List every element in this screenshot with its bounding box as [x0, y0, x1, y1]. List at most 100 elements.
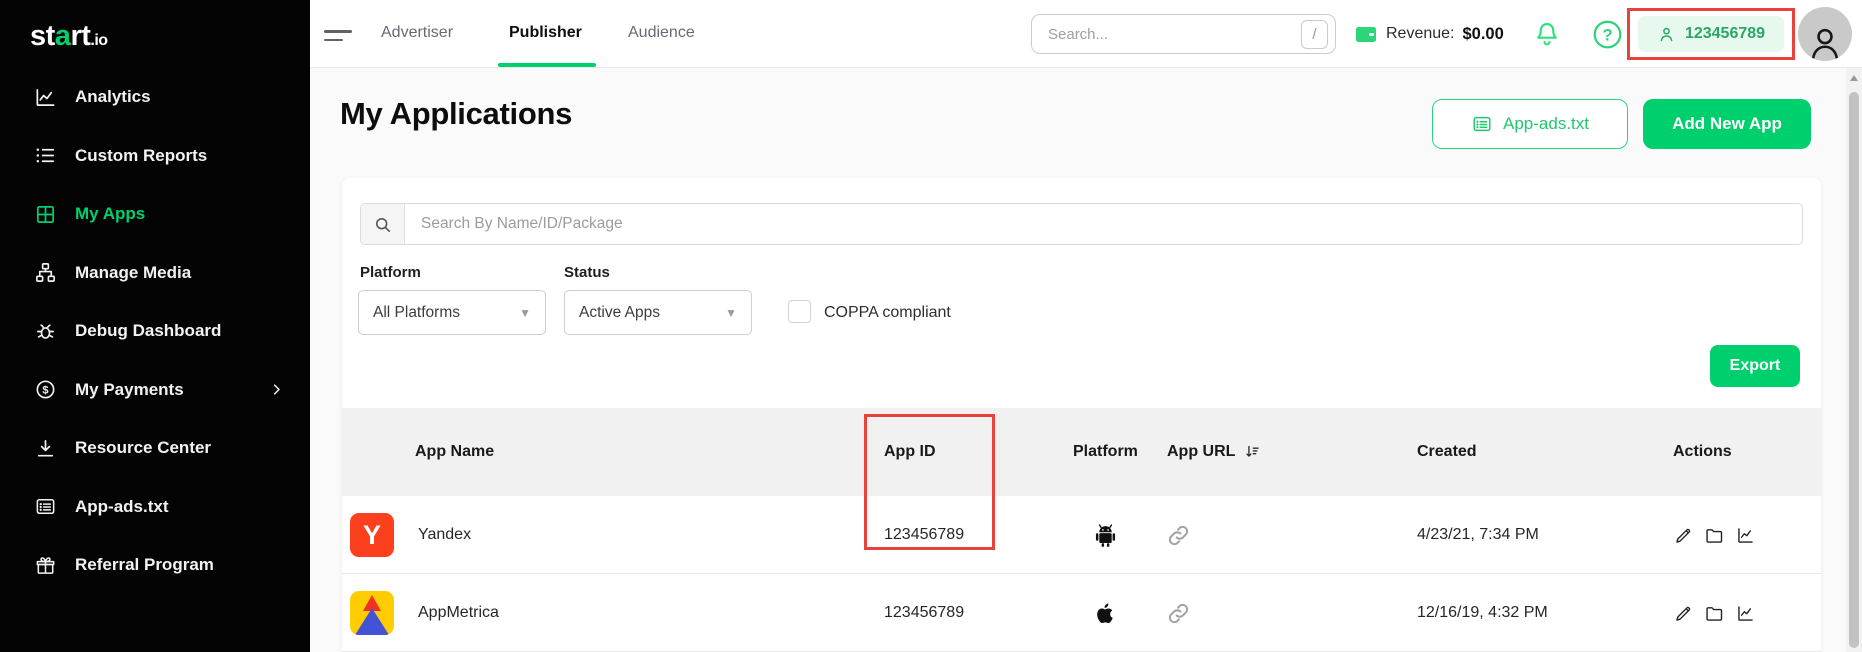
svg-text:?: ? — [1602, 26, 1612, 44]
sidebar-item-analytics[interactable]: Analytics — [0, 68, 310, 127]
help-icon[interactable]: ? — [1591, 18, 1624, 51]
sidebar-item-label: Referral Program — [75, 555, 214, 575]
hierarchy-icon — [34, 261, 57, 284]
wallet-icon — [1354, 22, 1378, 46]
app-name-cell: Yandex — [418, 496, 471, 574]
coppa-checkbox[interactable] — [788, 300, 811, 323]
add-new-app-button[interactable]: Add New App — [1643, 99, 1811, 149]
export-button[interactable]: Export — [1710, 345, 1800, 387]
sidebar-item-manage-media[interactable]: Manage Media — [0, 244, 310, 303]
apple-platform-icon — [1090, 574, 1119, 652]
scrollbar-up-arrow[interactable] — [1850, 75, 1858, 81]
folder-icon[interactable] — [1704, 603, 1725, 624]
vertical-scrollbar[interactable] — [1846, 68, 1862, 652]
active-tab-underline — [498, 63, 596, 67]
status-select-value: Active Apps — [579, 304, 660, 322]
yandex-letter: Y — [363, 520, 381, 551]
gift-icon — [34, 554, 57, 577]
sidebar-item-label: Manage Media — [75, 263, 191, 283]
sidebar-item-my-payments[interactable]: $ My Payments — [0, 361, 310, 420]
app-id-cell: 123456789 — [884, 574, 964, 652]
app-id-cell: 123456789 — [884, 496, 964, 574]
app-ads-txt-button[interactable]: App-ads.txt — [1432, 99, 1628, 149]
user-id-value: 123456789 — [1685, 25, 1765, 43]
coppa-checkbox-label: COPPA compliant — [824, 304, 951, 322]
chevron-right-icon — [269, 382, 284, 397]
list-box-icon — [34, 495, 57, 518]
scrollbar-thumb[interactable] — [1849, 92, 1859, 648]
app-ads-txt-label: App-ads.txt — [1503, 114, 1589, 134]
global-search-input[interactable] — [1046, 25, 1301, 44]
sidebar-item-label: Resource Center — [75, 438, 211, 458]
startio-logo[interactable]: start.io — [30, 20, 108, 53]
list-box-icon — [1471, 113, 1493, 135]
global-search: / — [1031, 14, 1336, 54]
grid-icon — [34, 203, 57, 226]
android-platform-icon — [1090, 496, 1121, 574]
sidebar-item-label: Debug Dashboard — [75, 321, 221, 341]
logo-text: rt — [70, 20, 90, 52]
column-header-app-url[interactable]: App URL — [1167, 408, 1262, 496]
folder-icon[interactable] — [1704, 525, 1725, 546]
sidebar-item-app-ads[interactable]: App-ads.txt — [0, 478, 310, 537]
table-search-input[interactable] — [405, 204, 1802, 244]
edit-icon[interactable] — [1673, 525, 1694, 546]
highlight-box-user-id: 123456789 — [1627, 8, 1795, 60]
slash-shortcut-badge: / — [1301, 20, 1328, 49]
appmetrica-app-icon — [350, 591, 394, 635]
line-chart-icon — [34, 86, 57, 109]
revenue-label: Revenue: — [1386, 25, 1455, 43]
sidebar-item-label: Custom Reports — [75, 146, 207, 166]
sidebar-item-label: My Payments — [75, 380, 184, 400]
sort-descending-icon — [1243, 443, 1262, 462]
sidebar-item-custom-reports[interactable]: Custom Reports — [0, 127, 310, 186]
table-row: AppMetrica 123456789 12/16/19, 4:32 PM — [342, 574, 1821, 652]
sidebar-item-label: My Apps — [75, 204, 145, 224]
app-url-link-icon[interactable] — [1165, 574, 1192, 652]
column-header-actions: Actions — [1673, 408, 1732, 496]
edit-icon[interactable] — [1673, 603, 1694, 624]
dollar-circle-icon: $ — [34, 378, 57, 401]
user-icon — [1657, 25, 1676, 44]
person-icon — [1806, 23, 1844, 61]
sidebar-item-label: App-ads.txt — [75, 497, 169, 517]
status-select[interactable]: Active Apps ▼ — [564, 290, 752, 335]
applications-card: Platform All Platforms ▼ Status Active A… — [342, 178, 1821, 652]
sidebar-item-debug-dashboard[interactable]: Debug Dashboard — [0, 302, 310, 361]
sidebar-item-my-apps[interactable]: My Apps — [0, 185, 310, 244]
row-actions — [1673, 496, 1756, 574]
hamburger-menu-icon[interactable] — [324, 30, 352, 41]
platform-select-value: All Platforms — [373, 304, 460, 322]
table-search — [360, 203, 1803, 245]
app-url-link-icon[interactable] — [1165, 496, 1192, 574]
column-header-created: Created — [1417, 408, 1477, 496]
user-id-badge[interactable]: 123456789 — [1638, 16, 1784, 52]
created-cell: 12/16/19, 4:32 PM — [1417, 574, 1548, 652]
chevron-down-icon: ▼ — [519, 306, 531, 320]
revenue-value: $0.00 — [1463, 25, 1504, 44]
sidebar-item-label: Analytics — [75, 87, 151, 107]
download-icon — [34, 437, 57, 460]
tab-publisher[interactable]: Publisher — [509, 0, 582, 66]
sidebar-item-referral-program[interactable]: Referral Program — [0, 536, 310, 595]
page-title: My Applications — [340, 96, 572, 132]
notifications-bell-icon[interactable] — [1532, 19, 1562, 49]
analytics-chart-icon[interactable] — [1735, 525, 1756, 546]
logo-accent: a — [55, 20, 71, 52]
sidebar-item-resource-center[interactable]: Resource Center — [0, 419, 310, 478]
platform-select[interactable]: All Platforms ▼ — [358, 290, 546, 335]
column-header-platform: Platform — [1073, 408, 1138, 496]
app-window: start.io Analytics Custom Reports My App… — [0, 0, 1862, 652]
revenue-indicator: Revenue: $0.00 — [1354, 0, 1504, 68]
tab-advertiser[interactable]: Advertiser — [381, 0, 453, 66]
svg-text:$: $ — [42, 385, 48, 397]
analytics-chart-icon[interactable] — [1735, 603, 1756, 624]
column-header-app-name: App Name — [415, 408, 494, 496]
avatar[interactable] — [1798, 7, 1852, 61]
column-header-app-id: App ID — [884, 408, 936, 496]
sidebar: start.io Analytics Custom Reports My App… — [0, 0, 310, 652]
bug-icon — [34, 320, 57, 343]
created-cell: 4/23/21, 7:34 PM — [1417, 496, 1539, 574]
tab-audience[interactable]: Audience — [628, 0, 695, 66]
list-icon — [34, 144, 57, 167]
